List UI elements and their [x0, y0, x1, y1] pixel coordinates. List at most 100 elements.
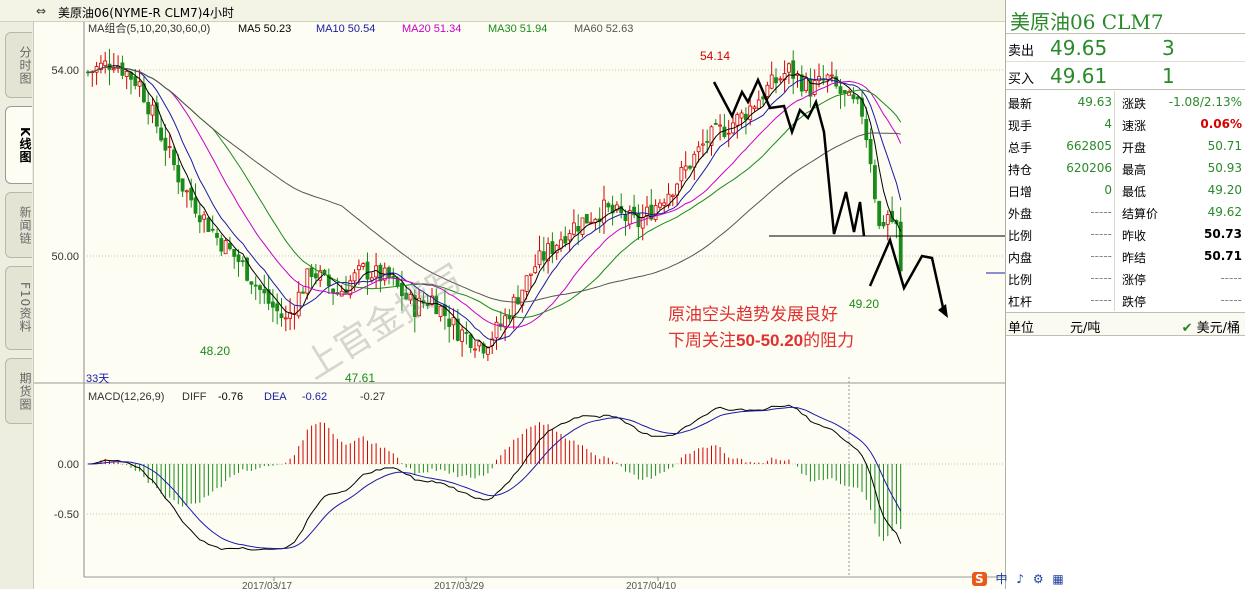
unit-label: 单位	[1008, 321, 1035, 336]
candle-body	[881, 221, 886, 227]
candle-body	[748, 105, 753, 121]
price-tick-label: 54.00	[51, 65, 79, 77]
commentary-line-1: 原油空头趋势发展良好	[668, 305, 838, 324]
candle-body	[662, 202, 667, 206]
quote-field-value: -----	[1220, 271, 1242, 285]
tab-kline[interactable]: K线图	[5, 106, 32, 184]
candle-body	[275, 303, 280, 312]
candle-body	[507, 315, 512, 320]
tab-f10-data[interactable]: F10资料	[5, 266, 32, 350]
candle-body	[240, 260, 245, 263]
unit-row: 单位 元/吨 ✔ 美元/桶	[1006, 312, 1245, 336]
candle-body	[232, 248, 237, 257]
quote-field-value: 0	[1104, 183, 1112, 197]
candle-body	[331, 288, 336, 294]
buy-label: 买入	[1008, 72, 1035, 87]
candle-body	[705, 140, 710, 143]
quote-field-r-0: 涨跌 -1.08/2.13%	[1120, 91, 1244, 113]
macd-value: -0.27	[360, 391, 385, 403]
tab-intraday[interactable]: 分时图	[5, 32, 32, 98]
candle-body	[726, 132, 731, 135]
candle-body	[352, 272, 357, 282]
candle-body	[210, 228, 215, 231]
candle-body	[769, 74, 774, 89]
tab-news-chain[interactable]: 新闻链	[5, 192, 32, 258]
sogou-logo-icon[interactable]: S	[972, 572, 987, 586]
macd-tick-label: 0.00	[58, 459, 79, 471]
sell-row[interactable]: 卖出 49.65 3	[1006, 34, 1245, 62]
link-icon[interactable]: ⇔	[36, 4, 46, 18]
quote-title: 美原油06 CLM7	[1006, 0, 1245, 34]
candle-body	[227, 243, 232, 250]
ime-settings-icon[interactable]: ⚙	[1033, 572, 1044, 586]
quote-field-value: -----	[1090, 293, 1112, 307]
quote-field-label: 涨跌	[1122, 97, 1147, 111]
ime-chinese-mode[interactable]: 中	[995, 570, 1007, 587]
ime-sound-icon[interactable]: ♪	[1016, 572, 1024, 586]
candle-body	[236, 254, 241, 263]
candle-body	[877, 200, 882, 226]
ma-legend-3: MA30 51.94	[488, 23, 547, 35]
candle-body	[111, 68, 116, 71]
quote-field-value: -----	[1090, 271, 1112, 285]
candle-body	[885, 214, 890, 225]
candle-body	[524, 275, 529, 292]
candle-body	[369, 277, 374, 281]
currency-selector[interactable]: ✔ 美元/桶	[1182, 317, 1240, 336]
quote-field-value: -1.08/2.13%	[1168, 95, 1242, 109]
candle-body	[176, 164, 181, 183]
x-date-label: 2017/04/10	[626, 581, 676, 589]
candle-body	[279, 313, 284, 319]
candle-body	[146, 102, 151, 115]
candle-body	[477, 341, 482, 347]
candle-body	[516, 297, 520, 305]
ime-status-bar[interactable]: S 中 ♪ ⚙ ▦	[972, 570, 1245, 589]
quote-field-l-2: 总手 662805	[1006, 135, 1114, 157]
candle-body	[713, 123, 718, 125]
quote-field-label: 涨停	[1122, 273, 1147, 287]
buy-price: 49.61	[1050, 64, 1108, 88]
candle-body	[464, 332, 469, 334]
candle-body	[124, 70, 129, 77]
candle-body	[305, 268, 310, 294]
quote-field-value: 662805	[1066, 139, 1112, 153]
quote-field-r-7: 昨结 50.71	[1120, 245, 1244, 267]
candle-body	[391, 275, 396, 278]
candle-body	[365, 261, 370, 280]
quote-field-l-8: 比例 -----	[1006, 267, 1114, 289]
quote-field-l-6: 比例 -----	[1006, 223, 1114, 245]
quote-field-label: 昨结	[1122, 251, 1147, 265]
buy-row[interactable]: 买入 49.61 1	[1006, 62, 1245, 90]
candle-body	[688, 165, 692, 169]
quote-field-label: 持仓	[1008, 163, 1033, 177]
candle-body	[159, 127, 163, 141]
candle-body	[735, 114, 740, 126]
low-annotation-1: 48.20	[200, 344, 230, 358]
quote-panel: 美原油06 CLM7 卖出 49.65 3 买入 49.61 1 最新 49.63…	[1005, 0, 1245, 589]
commentary-range: 50-50.20	[736, 331, 803, 350]
candle-body	[606, 203, 611, 208]
candle-body	[258, 285, 262, 290]
candle-body	[787, 63, 791, 73]
quote-field-label: 跌停	[1122, 295, 1147, 309]
tab-futures-circle[interactable]: 期货圈	[5, 358, 32, 424]
quote-field-label: 开盘	[1122, 141, 1147, 155]
candle-body	[473, 348, 477, 351]
candle-body	[541, 251, 546, 261]
ime-keyboard-icon[interactable]: ▦	[1052, 572, 1063, 586]
candle-body	[283, 317, 288, 320]
chart-area[interactable]: 54.00 50.00 0.00 -0.50 2017/03/17 2017/03/29 2…	[34, 22, 1005, 589]
candle-body	[550, 241, 555, 255]
left-tab-strip: 分时图 K线图 新闻链 F10资料 期货圈	[0, 22, 34, 589]
quote-field-r-3: 最高 50.93	[1120, 157, 1244, 179]
macd-dea-value: -0.62	[302, 391, 327, 403]
quote-field-value: 49.63	[1077, 95, 1112, 109]
candle-body	[193, 197, 198, 214]
ma-legend-2: MA20 51.34	[402, 23, 461, 35]
candle-body	[873, 165, 877, 200]
ma-group-label: MA组合(5,10,20,30,60,0)	[88, 22, 210, 35]
candle-body	[645, 206, 649, 217]
candle-body	[189, 187, 194, 201]
quote-field-r-6: 昨收 50.73	[1120, 223, 1244, 245]
high-annotation: 54.14	[700, 49, 730, 63]
